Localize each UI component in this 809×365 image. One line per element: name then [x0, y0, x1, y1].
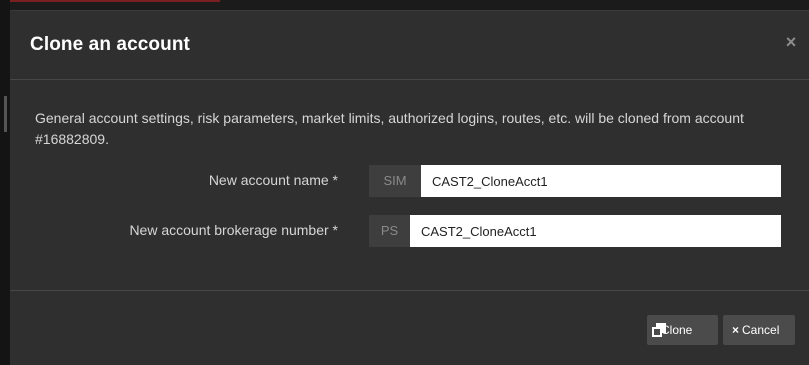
footer-divider: [10, 290, 809, 291]
dialog-title: Clone an account: [30, 34, 190, 55]
brokerage-number-label: New account brokerage number *: [129, 222, 338, 238]
dialog-header: Clone an account ×: [10, 11, 809, 80]
clone-button[interactable]: Clone: [647, 315, 718, 345]
background-scroll-mark: [4, 96, 7, 132]
background-accent-line: [0, 0, 220, 2]
account-name-prefix: SIM: [369, 165, 421, 197]
dialog-description: General account settings, risk parameter…: [35, 110, 744, 147]
close-icon[interactable]: ×: [783, 32, 799, 52]
account-name-label: New account name *: [208, 172, 338, 188]
cancel-button[interactable]: × Cancel: [723, 315, 795, 345]
brokerage-number-row: New account brokerage number * PS: [10, 215, 809, 247]
clone-button-label: Clone: [661, 323, 693, 337]
clone-account-dialog: Clone an account × General account setti…: [10, 10, 809, 365]
cancel-button-label: Cancel: [742, 323, 780, 337]
close-icon: ×: [732, 323, 740, 337]
account-name-input[interactable]: [421, 165, 781, 197]
background-left-edge: [0, 0, 10, 365]
account-name-row: New account name * SIM: [10, 165, 809, 197]
brokerage-number-input-group: PS: [369, 215, 781, 247]
brokerage-number-prefix: PS: [369, 215, 410, 247]
account-name-input-group: SIM: [369, 165, 781, 197]
brokerage-number-input[interactable]: [410, 215, 781, 247]
